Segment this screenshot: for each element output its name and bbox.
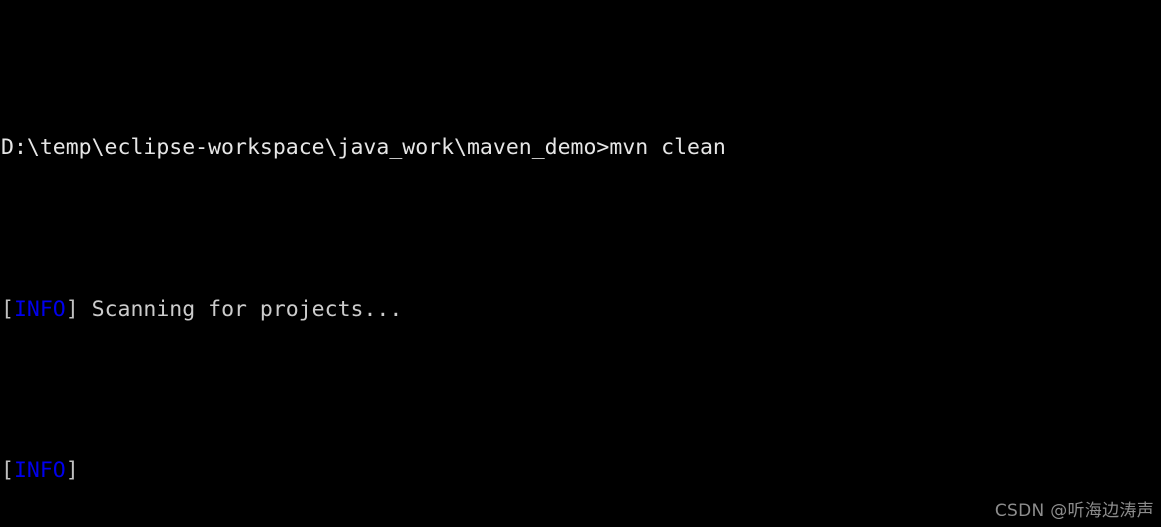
terminal-line: [INFO] Scanning for projects... <box>1 294 1161 326</box>
terminal-line-text: Scanning for projects... <box>78 296 403 322</box>
info-tag-open-bracket: [ <box>1 458 14 484</box>
csdn-watermark: CSDN @听海边涛声 <box>994 501 1154 521</box>
info-tag-label: INFO <box>13 458 66 484</box>
info-tag-close-bracket: ] <box>65 458 79 484</box>
terminal-output: D:\temp\eclipse-workspace\java_work\mave… <box>1 3 1161 527</box>
terminal-line-prompt: D:\temp\eclipse-workspace\java_work\mave… <box>1 132 1161 164</box>
terminal-line: [INFO] <box>1 455 1161 487</box>
info-tag-close-bracket: ] <box>65 296 79 322</box>
prompt-command-text: D:\temp\eclipse-workspace\java_work\mave… <box>1 135 726 161</box>
terminal-window[interactable]: D:\temp\eclipse-workspace\java_work\mave… <box>0 0 1161 527</box>
info-tag-label: INFO <box>13 296 66 322</box>
info-tag-open-bracket: [ <box>1 296 14 322</box>
